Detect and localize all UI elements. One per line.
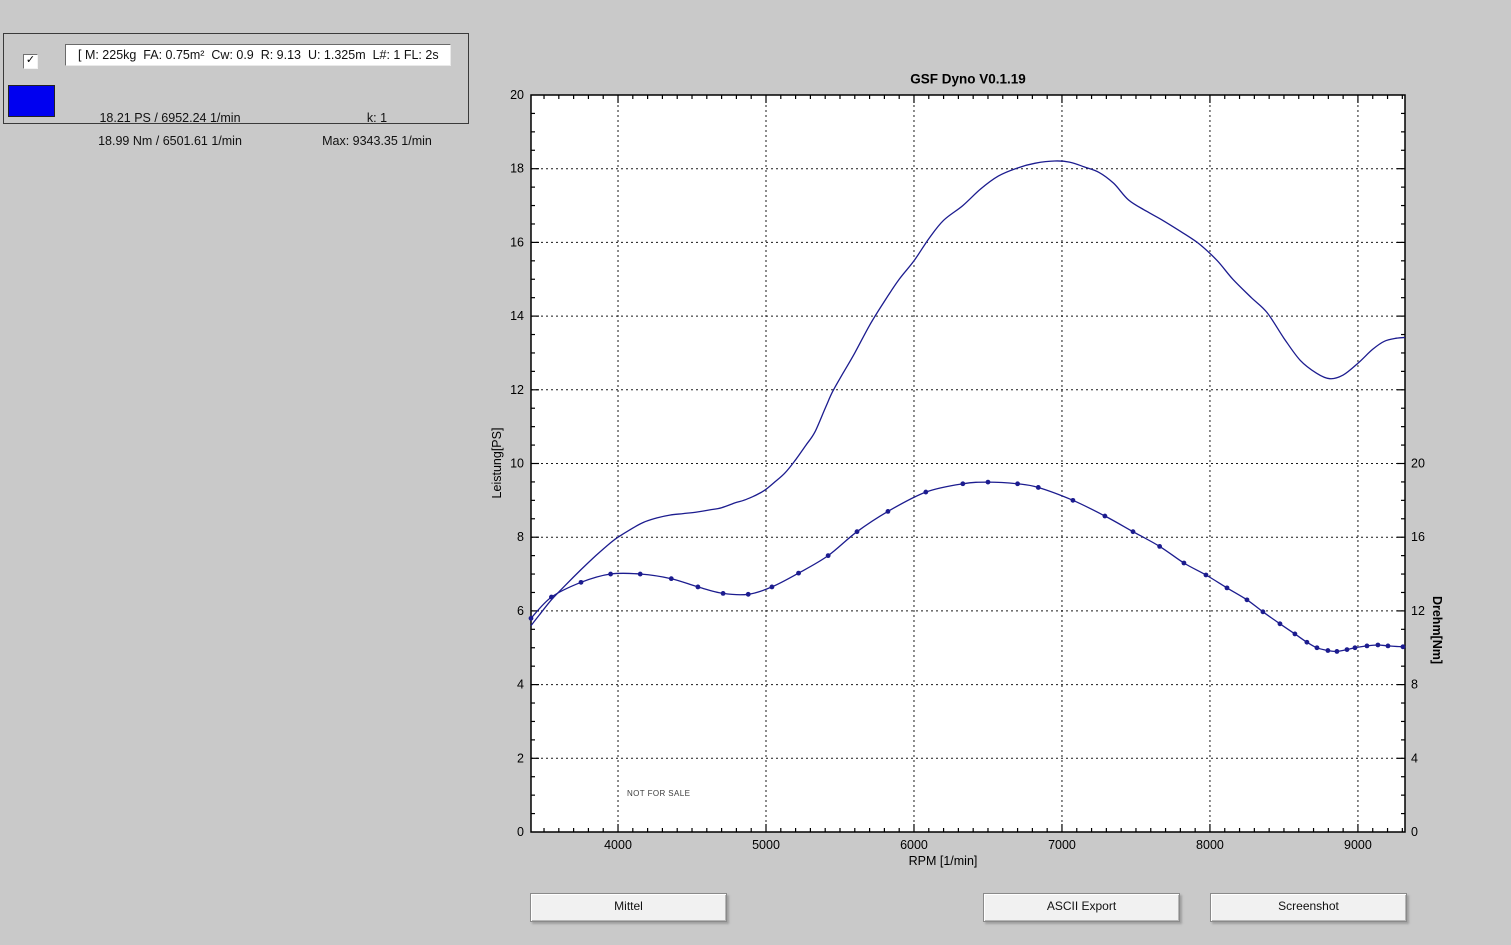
torque-data-point	[1304, 640, 1309, 645]
torque-data-point	[770, 585, 775, 590]
torque-data-point	[529, 616, 534, 621]
torque-data-point	[826, 553, 831, 558]
torque-data-point	[1278, 621, 1283, 626]
svg-text:2: 2	[517, 751, 524, 765]
torque-data-point	[1157, 544, 1162, 549]
checkmark-icon: ✓	[26, 54, 35, 66]
svg-text:6000: 6000	[900, 838, 928, 852]
torque-data-point	[1225, 585, 1230, 590]
svg-text:0: 0	[1411, 825, 1418, 839]
svg-text:5000: 5000	[752, 838, 780, 852]
torque-data-point	[549, 595, 554, 600]
torque-data-point	[608, 572, 613, 577]
torque-data-point	[796, 571, 801, 576]
torque-data-point	[638, 572, 643, 577]
svg-text:4000: 4000	[604, 838, 632, 852]
svg-text:20: 20	[1411, 457, 1425, 471]
torque-data-point	[1245, 597, 1250, 602]
torque-data-point	[855, 529, 860, 534]
params-field[interactable]	[65, 44, 451, 66]
svg-text:8000: 8000	[1196, 838, 1224, 852]
torque-data-point	[1401, 644, 1406, 649]
torque-data-point	[1376, 643, 1381, 648]
torque-data-point	[579, 580, 584, 585]
svg-text:6: 6	[517, 604, 524, 618]
torque-data-point	[960, 481, 965, 486]
svg-text:18: 18	[510, 162, 524, 176]
curve-visibility-checkbox[interactable]: ✓	[23, 54, 38, 69]
curve-color-swatch[interactable]	[8, 85, 55, 117]
power-peak-label: 18.21 PS / 6952.24 1/min	[65, 111, 275, 125]
svg-text:20: 20	[510, 88, 524, 102]
watermark-label: NOT FOR SALE	[627, 789, 690, 798]
torque-data-point	[1345, 647, 1350, 652]
torque-data-point	[1182, 561, 1187, 566]
torque-data-point	[721, 591, 726, 596]
torque-data-point	[1261, 609, 1266, 614]
max-rpm-label: Max: 9343.35 1/min	[307, 134, 447, 148]
torque-data-point	[1102, 514, 1107, 519]
torque-data-point	[696, 585, 701, 590]
torque-data-point	[1292, 632, 1297, 637]
svg-text:8: 8	[517, 530, 524, 544]
left-axis-label: Leistung[PS]	[490, 428, 504, 499]
ascii-export-button[interactable]: ASCII Export	[983, 893, 1180, 922]
svg-text:12: 12	[1411, 604, 1425, 618]
svg-text:16: 16	[510, 235, 524, 249]
svg-text:8: 8	[1411, 678, 1418, 692]
torque-data-point	[746, 592, 751, 597]
chart-title: GSF Dyno V0.1.19	[910, 72, 1026, 87]
torque-data-point	[1335, 649, 1340, 654]
mittel-button[interactable]: Mittel	[530, 893, 727, 922]
k-factor-label: k: 1	[307, 111, 447, 125]
torque-data-point	[923, 490, 928, 495]
torque-data-point	[1015, 481, 1020, 486]
svg-text:14: 14	[510, 309, 524, 323]
screenshot-button[interactable]: Screenshot	[1210, 893, 1407, 922]
torque-peak-label: 18.99 Nm / 6501.61 1/min	[65, 134, 275, 148]
torque-data-point	[886, 509, 891, 514]
torque-data-point	[1365, 644, 1370, 649]
app-window: 4000 5000 6000 7000 8000 9000 0 2 4 6 8 10 12 14 16 18 2…	[0, 0, 1511, 945]
svg-text:7000: 7000	[1048, 838, 1076, 852]
svg-text:9000: 9000	[1344, 838, 1372, 852]
torque-data-point	[986, 480, 991, 485]
right-axis-label: Drehm[Nm]	[1430, 596, 1444, 664]
torque-data-point	[1036, 485, 1041, 490]
x-axis-label: RPM [1/min]	[909, 854, 978, 868]
svg-text:4: 4	[517, 678, 524, 692]
torque-data-point	[669, 576, 674, 581]
svg-text:16: 16	[1411, 530, 1425, 544]
torque-data-point	[1204, 573, 1209, 578]
torque-data-point	[1131, 529, 1136, 534]
torque-data-point	[1315, 645, 1320, 650]
svg-text:0: 0	[517, 825, 524, 839]
settings-panel: ✓ 18.21 PS / 6952.24 1/min k: 1 18.99 Nm…	[3, 33, 469, 124]
torque-data-point	[1353, 645, 1358, 650]
torque-data-point	[1071, 498, 1076, 503]
torque-data-point	[1325, 648, 1330, 653]
svg-text:12: 12	[510, 383, 524, 397]
svg-text:10: 10	[510, 457, 524, 471]
svg-text:4: 4	[1411, 751, 1418, 765]
torque-data-point	[1386, 644, 1391, 649]
